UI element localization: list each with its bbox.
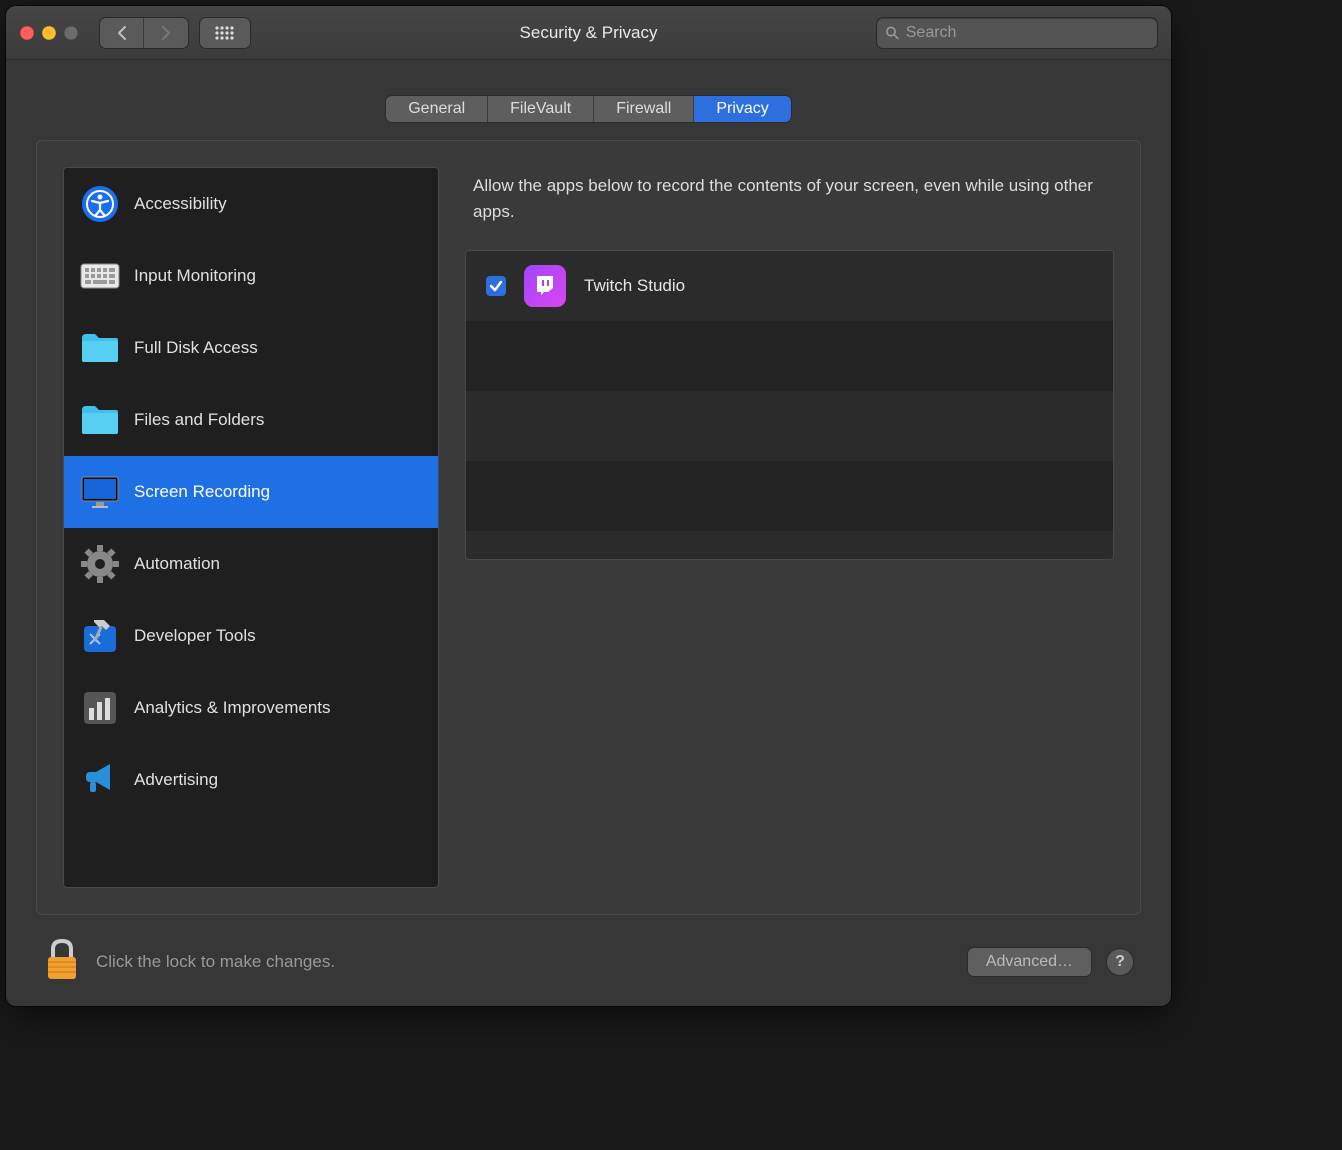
zoom-window-button[interactable] <box>64 26 78 40</box>
titlebar: Security & Privacy <box>6 6 1171 60</box>
gear-icon <box>80 544 120 584</box>
folder-icon <box>80 328 120 368</box>
sidebar-item-label: Accessibility <box>134 194 227 214</box>
app-row-empty <box>466 461 1113 531</box>
search-field[interactable] <box>877 18 1157 48</box>
window-title: Security & Privacy <box>520 23 658 43</box>
sidebar-item-advertising[interactable]: Advertising <box>64 744 438 816</box>
sidebar-item-label: Files and Folders <box>134 410 264 430</box>
detail-description: Allow the apps below to record the conte… <box>473 173 1106 224</box>
sidebar-item-accessibility[interactable]: Accessibility <box>64 168 438 240</box>
close-window-button[interactable] <box>20 26 34 40</box>
sidebar-item-label: Analytics & Improvements <box>134 698 331 718</box>
accessibility-icon <box>80 184 120 224</box>
nav-buttons <box>100 18 188 48</box>
sidebar-item-input-monitoring[interactable]: Input Monitoring <box>64 240 438 312</box>
folder-icon <box>80 400 120 440</box>
twitch-studio-icon <box>524 265 566 307</box>
sidebar-item-files-and-folders[interactable]: Files and Folders <box>64 384 438 456</box>
app-name-label: Twitch Studio <box>584 276 685 296</box>
chart-icon <box>80 688 120 728</box>
privacy-panel: Accessibility Input Monitoring Full Disk… <box>36 140 1141 915</box>
footer: Click the lock to make changes. Advanced… <box>36 915 1141 986</box>
grid-icon <box>214 25 236 41</box>
sidebar-item-developer-tools[interactable]: Developer Tools <box>64 600 438 672</box>
chevron-right-icon <box>160 25 172 41</box>
sidebar-item-screen-recording[interactable]: Screen Recording <box>64 456 438 528</box>
sidebar-item-label: Screen Recording <box>134 482 270 502</box>
show-all-button[interactable] <box>200 18 250 48</box>
app-row-twitch-studio[interactable]: Twitch Studio <box>466 251 1113 321</box>
forward-button[interactable] <box>144 18 188 48</box>
detail-pane: Allow the apps below to record the conte… <box>465 167 1114 888</box>
keyboard-icon <box>80 256 120 296</box>
app-checkbox[interactable] <box>486 276 506 296</box>
search-input[interactable] <box>906 24 1149 42</box>
app-permission-list: Twitch Studio <box>465 250 1114 560</box>
hammer-icon <box>80 616 120 656</box>
chevron-left-icon <box>116 25 128 41</box>
window-controls <box>20 26 78 40</box>
sidebar-item-analytics[interactable]: Analytics & Improvements <box>64 672 438 744</box>
advanced-button[interactable]: Advanced… <box>968 948 1091 976</box>
tab-general[interactable]: General <box>386 96 488 122</box>
search-icon <box>885 25 900 41</box>
minimize-window-button[interactable] <box>42 26 56 40</box>
sidebar-item-label: Full Disk Access <box>134 338 258 358</box>
app-row-empty <box>466 391 1113 461</box>
help-button[interactable]: ? <box>1107 949 1133 975</box>
lock-icon <box>44 937 80 981</box>
tab-firewall[interactable]: Firewall <box>594 96 694 122</box>
sidebar-item-label: Advertising <box>134 770 218 790</box>
display-icon <box>80 472 120 512</box>
preferences-window: Security & Privacy General FileVault Fir… <box>6 6 1171 1006</box>
app-row-empty <box>466 321 1113 391</box>
question-mark-icon: ? <box>1115 953 1125 971</box>
privacy-category-list[interactable]: Accessibility Input Monitoring Full Disk… <box>63 167 439 888</box>
tab-bar: General FileVault Firewall Privacy <box>36 96 1141 122</box>
content-area: General FileVault Firewall Privacy Acces… <box>6 60 1171 1006</box>
lock-text: Click the lock to make changes. <box>96 952 335 972</box>
tab-privacy[interactable]: Privacy <box>694 96 790 122</box>
sidebar-item-full-disk-access[interactable]: Full Disk Access <box>64 312 438 384</box>
sidebar-item-label: Developer Tools <box>134 626 256 646</box>
app-row-empty <box>466 531 1113 560</box>
megaphone-icon <box>80 760 120 800</box>
lock-button[interactable] <box>44 937 80 986</box>
sidebar-item-label: Automation <box>134 554 220 574</box>
sidebar-item-label: Input Monitoring <box>134 266 256 286</box>
checkmark-icon <box>489 279 503 293</box>
back-button[interactable] <box>100 18 144 48</box>
sidebar-item-automation[interactable]: Automation <box>64 528 438 600</box>
tab-filevault[interactable]: FileVault <box>488 96 594 122</box>
